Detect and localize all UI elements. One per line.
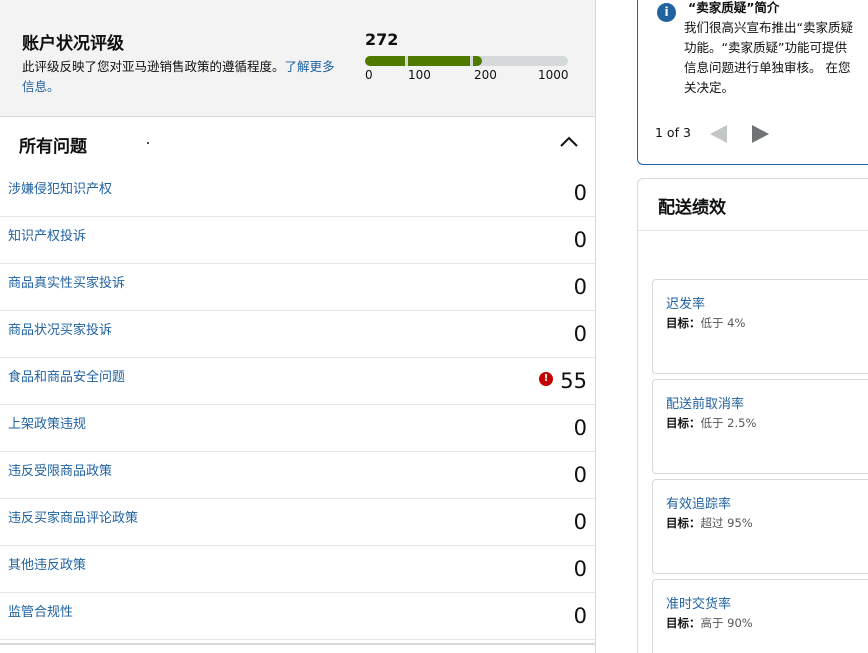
bar-segment-2 — [408, 56, 470, 66]
issue-count: 0 — [573, 322, 587, 346]
issue-row: 监管合规性 0 — [0, 593, 595, 640]
target-rule: 高于 90% — [700, 616, 753, 630]
issue-count: 0 — [573, 416, 587, 440]
bar-tick-100: 100 — [408, 68, 431, 82]
issue-row: 涉嫌侵犯知识产权 0 — [0, 170, 595, 217]
issue-row: 其他违反政策 0 — [0, 546, 595, 593]
metric-name-on-time-delivery[interactable]: 准时交货率 — [666, 593, 731, 612]
delivery-title: 配送绩效 — [658, 198, 726, 218]
metric-card: 准时交货率 目标：高于 90% — [652, 579, 868, 653]
metric-card: 配送前取消率 目标：低于 2.5% — [652, 379, 868, 474]
issue-row: 上架政策违规 0 — [0, 405, 595, 452]
target-prefix: 目标： — [666, 516, 701, 530]
notice-body: 我们很高兴宣布推出“卖家质疑 功能。“卖家质疑”功能可提供 信息问题进行单独审核… — [684, 20, 853, 95]
issue-label[interactable]: 涉嫌侵犯知识产权 — [8, 178, 112, 197]
bar-segment-3 — [473, 56, 482, 66]
metric-target: 目标：超过 95% — [666, 515, 753, 531]
issue-label[interactable]: 违反买家商品评论政策 — [8, 507, 138, 526]
metric-card: 迟发率 目标：低于 4% — [652, 279, 868, 374]
delivery-header: 配送绩效 — [638, 179, 868, 231]
metric-target: 目标：低于 4% — [666, 315, 745, 331]
alert-icon: ! — [539, 372, 553, 386]
target-rule: 低于 4% — [700, 316, 746, 330]
issue-label[interactable]: 其他违反政策 — [8, 554, 86, 573]
issue-label[interactable]: 上架政策违规 — [8, 413, 86, 432]
issue-row: 违反买家商品评论政策 0 — [0, 499, 595, 546]
metric-card: 有效追踪率 目标：超过 95% — [652, 479, 868, 574]
info-icon: i — [657, 3, 676, 22]
issue-count: 0 — [573, 463, 587, 487]
divider — [0, 643, 595, 645]
metric-name-valid-tracking[interactable]: 有效追踪率 — [666, 493, 731, 512]
prev-arrow-icon[interactable] — [710, 125, 727, 143]
issue-count: 0 — [573, 604, 587, 628]
account-health-description-text: 此评级反映了您对亚马逊销售政策的遵循程度。 — [22, 59, 285, 74]
account-health-title: 账户状况评级 — [22, 34, 124, 54]
issue-count: 0 — [573, 228, 587, 252]
bar-segment-1 — [365, 56, 405, 66]
issue-row: 知识产权投诉 0 — [0, 217, 595, 264]
issue-row: 食品和商品安全问题! 55 — [0, 358, 595, 405]
account-health-card: 账户状况评级 此评级反映了您对亚马逊销售政策的遵循程度。了解更多信息。 272 … — [0, 0, 595, 117]
target-rule: 超过 95% — [700, 516, 753, 530]
issue-label[interactable]: 食品和商品安全问题 — [8, 366, 125, 385]
notice-title: “卖家质疑”简介 — [688, 0, 780, 15]
issue-label[interactable]: 监管合规性 — [8, 601, 73, 620]
issues-header: 所有问题 — [0, 118, 595, 168]
stray-dot — [147, 142, 149, 144]
issue-label[interactable]: 知识产权投诉 — [8, 225, 86, 244]
metric-target: 目标：高于 90% — [666, 615, 753, 631]
target-prefix: 目标： — [666, 616, 701, 630]
issue-label[interactable]: 商品状况买家投诉 — [8, 319, 112, 338]
issue-label[interactable]: 商品真实性买家投诉 — [8, 272, 125, 291]
metric-name-late-shipment[interactable]: 迟发率 — [666, 293, 705, 312]
pager-label: 1 of 3 — [655, 125, 691, 140]
issue-count: 0 — [573, 557, 587, 581]
left-panel: 账户状况评级 此评级反映了您对亚马逊销售政策的遵循程度。了解更多信息。 272 … — [0, 0, 596, 653]
issue-count: 0 — [573, 181, 587, 205]
target-prefix: 目标： — [666, 416, 701, 430]
issues-list: 涉嫌侵犯知识产权 0 知识产权投诉 0 商品真实性买家投诉 0 商品状况买家投诉 0 食… — [0, 170, 595, 640]
issue-label[interactable]: 违反受限商品政策 — [8, 460, 112, 479]
account-health-description: 此评级反映了您对亚马逊销售政策的遵循程度。了解更多信息。 — [22, 57, 342, 97]
bar-tick-200: 200 — [474, 68, 497, 82]
metric-name-cancel-rate[interactable]: 配送前取消率 — [666, 393, 744, 412]
issue-row: 商品状况买家投诉 0 — [0, 311, 595, 358]
account-health-bar — [365, 56, 568, 66]
target-rule: 低于 2.5% — [700, 416, 757, 430]
target-prefix: 目标： — [666, 316, 701, 330]
issue-row: 违反受限商品政策 0 — [0, 452, 595, 499]
next-arrow-icon[interactable] — [752, 125, 769, 143]
issues-title: 所有问题 — [19, 137, 87, 157]
issue-count: 55 — [560, 369, 587, 393]
account-health-score: 272 — [365, 30, 399, 49]
chevron-up-icon[interactable] — [556, 132, 582, 152]
issue-count: 0 — [573, 275, 587, 299]
issue-row: 商品真实性买家投诉 0 — [0, 264, 595, 311]
issue-count: 0 — [573, 510, 587, 534]
bar-tick-1000: 1000 — [538, 68, 569, 82]
bar-tick-0: 0 — [365, 68, 373, 82]
metric-target: 目标：低于 2.5% — [666, 415, 756, 431]
seller-challenge-notice: i “卖家质疑”简介 我们很高兴宣布推出“卖家质疑 功能。“卖家质疑”功能可提供… — [637, 0, 868, 165]
